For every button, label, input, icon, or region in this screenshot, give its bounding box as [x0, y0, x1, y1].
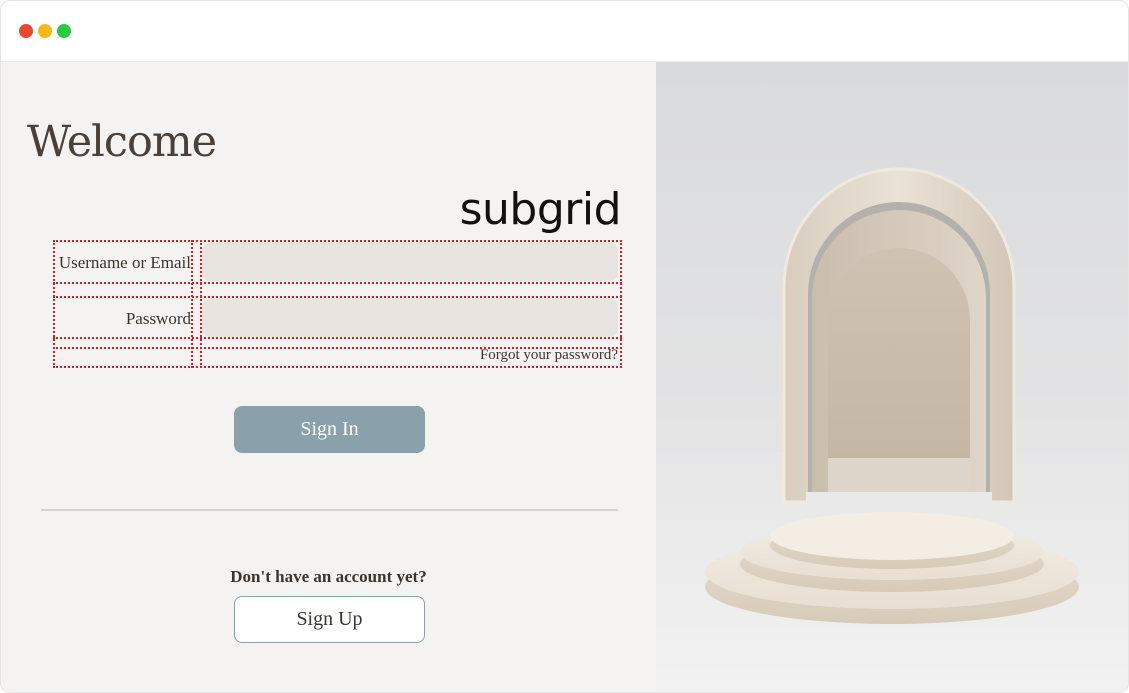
sign-in-button[interactable]: Sign In [234, 406, 425, 453]
grid-row-line [53, 296, 622, 298]
section-divider [41, 509, 618, 511]
maximize-window-button[interactable] [57, 24, 71, 38]
grid-row-line [53, 337, 622, 339]
arch-pedestal-illustration [656, 167, 1128, 692]
signup-prompt: Don't have an account yet? [230, 567, 427, 586]
username-input[interactable] [202, 243, 618, 281]
login-panel: Welcome subgrid Username or Email Passwo… [1, 62, 656, 692]
subgrid-label: subgrid [459, 184, 622, 235]
grid-row-line [53, 282, 622, 284]
username-label: Username or Email [58, 253, 191, 272]
window-titlebar [1, 1, 1128, 62]
hero-image [656, 62, 1128, 692]
forgot-password-link[interactable]: Forgot your password? [480, 347, 618, 364]
password-label: Password [125, 309, 191, 328]
minimize-window-button[interactable] [38, 24, 52, 38]
sign-up-button[interactable]: Sign Up [234, 596, 425, 643]
browser-window: Welcome subgrid Username or Email Passwo… [0, 0, 1129, 693]
password-input[interactable] [202, 299, 618, 337]
close-window-button[interactable] [19, 24, 33, 38]
page-title: Welcome [27, 117, 217, 167]
